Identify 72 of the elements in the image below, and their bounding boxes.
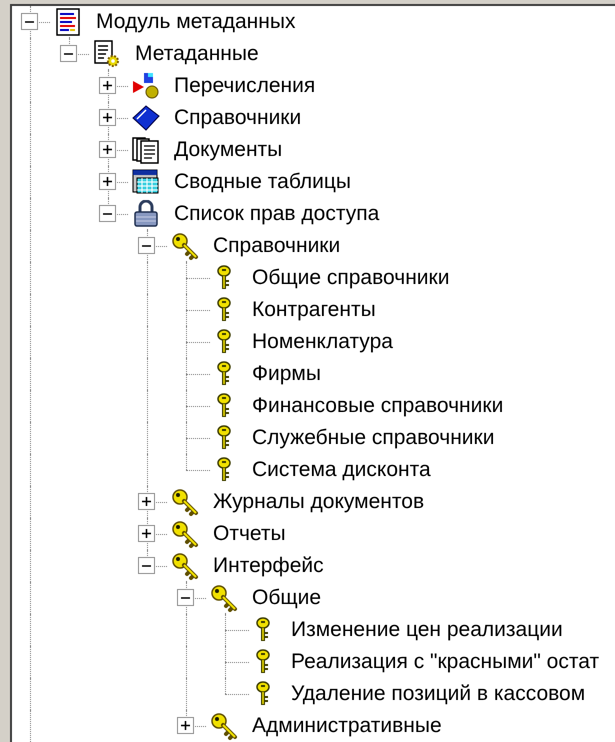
minus-icon	[64, 52, 73, 54]
expand-toggle[interactable]	[177, 717, 194, 734]
key-icon	[210, 712, 238, 740]
collapse-toggle[interactable]	[177, 589, 194, 606]
key-icon	[171, 488, 199, 516]
key-icon	[171, 520, 199, 548]
tree-item-label[interactable]: Документы	[174, 138, 282, 162]
key-icon	[217, 297, 231, 323]
collapse-toggle[interactable]	[99, 205, 116, 222]
plus-icon	[103, 81, 112, 90]
tree-item-label[interactable]: Модуль метаданных	[96, 10, 296, 34]
key-icon	[210, 584, 238, 612]
key-icon	[217, 457, 231, 483]
tree-item-label[interactable]: Изменение цен реализации	[291, 618, 563, 642]
expand-toggle[interactable]	[99, 141, 116, 158]
expand-toggle[interactable]	[99, 173, 116, 190]
document-list-icon	[54, 8, 82, 36]
tree-item-label[interactable]: Служебные справочники	[252, 426, 494, 450]
collapse-toggle[interactable]	[138, 557, 155, 574]
plus-icon	[103, 145, 112, 154]
tree-item-label[interactable]: Перечисления	[174, 74, 316, 98]
collapse-toggle[interactable]	[21, 13, 38, 30]
tree-item-label[interactable]: Сводные таблицы	[174, 170, 352, 194]
plus-icon	[103, 177, 112, 186]
key-icon	[256, 681, 270, 707]
minus-icon	[25, 20, 34, 22]
minus-icon	[142, 244, 151, 246]
tree-item-label[interactable]: Контрагенты	[252, 298, 376, 322]
shapes-icon	[132, 72, 160, 100]
key-icon	[256, 649, 270, 675]
tree-item-label[interactable]: Номенклатура	[252, 330, 393, 354]
tree-item-label[interactable]: Удаление позиций в кассовом	[291, 682, 586, 706]
key-icon	[217, 361, 231, 387]
tree-item-label[interactable]: Реализация с "красными" остат	[291, 650, 600, 674]
minus-icon	[142, 564, 151, 566]
tree-item-label[interactable]: Система дисконта	[252, 458, 431, 482]
key-icon	[217, 393, 231, 419]
tree-item-label[interactable]: Справочники	[213, 234, 340, 258]
tree-item-label[interactable]: Общие справочники	[252, 266, 450, 290]
key-icon	[171, 232, 199, 260]
plus-icon	[181, 721, 190, 730]
tree-item-label[interactable]: Финансовые справочники	[252, 394, 504, 418]
collapse-toggle[interactable]	[138, 237, 155, 254]
plus-icon	[142, 529, 151, 538]
tree-item-label[interactable]: Интерфейс	[213, 554, 324, 578]
key-icon	[217, 425, 231, 451]
minus-icon	[103, 212, 112, 214]
tree-item-label[interactable]: Фирмы	[252, 362, 321, 386]
plus-icon	[142, 497, 151, 506]
document-gear-icon	[93, 40, 121, 68]
book-icon	[132, 104, 160, 132]
tree-item-label[interactable]: Метаданные	[135, 42, 259, 66]
collapse-toggle[interactable]	[60, 45, 77, 62]
expand-toggle[interactable]	[138, 525, 155, 542]
expand-toggle[interactable]	[99, 109, 116, 126]
tree-item-label[interactable]: Общие	[252, 586, 322, 610]
tree-item-label[interactable]: Отчеты	[213, 522, 286, 546]
expand-toggle[interactable]	[99, 77, 116, 94]
key-icon	[256, 617, 270, 643]
tree-item-label[interactable]: Журналы документов	[213, 490, 424, 514]
key-icon	[217, 329, 231, 355]
tree-item-label[interactable]: Справочники	[174, 106, 302, 130]
expand-toggle[interactable]	[138, 493, 155, 510]
documents-icon	[132, 136, 160, 164]
tree-item-label[interactable]: Список прав доступа	[174, 202, 380, 226]
table-icon	[132, 168, 160, 196]
tree-item-label[interactable]: Административные	[252, 714, 442, 738]
key-icon	[217, 265, 231, 291]
plus-icon	[103, 113, 112, 122]
minus-icon	[181, 596, 190, 598]
key-icon	[171, 552, 199, 580]
padlock-icon	[132, 200, 160, 228]
